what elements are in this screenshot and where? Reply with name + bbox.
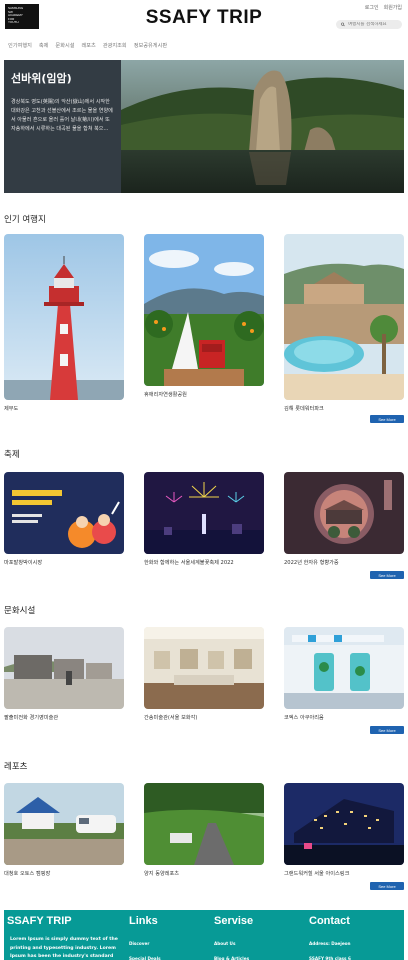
see-more-button-culture[interactable]: See More [370,726,404,734]
card-image [284,783,404,865]
nav-leisure[interactable]: 레포츠 [82,42,96,49]
hero-description: 경상북도 영도(英陽)의 악산(嶽山)에서 시작한 대화강은 고천과 선블산에서… [11,99,113,132]
card-caption: 2022년 한자유 형향가중 [284,560,339,566]
footer-about-text: Lorem Ipsum is simply dummy text of the … [10,937,118,960]
card-caption: 한화와 함께하는 서울세계불꽃축제 2022 [144,560,234,566]
card-lotte-waterpark[interactable]: 김해 롯데워터파크 [284,234,404,412]
site-footer: SSAFY TRIP Lorem Ipsum is simply dummy t… [4,910,404,960]
search-bar[interactable] [336,20,402,29]
card-caption: 코엑스 아쿠아리움 [284,715,324,721]
search-input[interactable] [348,22,402,27]
card-leisure-2[interactable]: 양지 동양레포츠 [144,783,264,877]
card-caption: 대청호 오토스 캠핑장 [4,871,51,877]
footer-links-column: Links Discover Special Deals [129,915,161,960]
card-culture-2[interactable]: 간송미술관(서울 보화각) [144,627,264,721]
card-image [4,234,124,400]
card-jebudo[interactable]: 제부도 [4,234,124,412]
card-leisure-3[interactable]: 그랜드워커힐 서울 아이스링크 [284,783,404,877]
auth-links: 로그인 회원가입 [360,4,402,11]
footer-link-about[interactable]: About Us [214,936,253,951]
section-title-festival: 축제 [4,450,20,460]
footer-contact-address: Address: Daejeon [309,941,351,946]
footer-links-title: Links [129,915,158,927]
card-image [144,234,264,386]
footer-service-column: Servise About Us Blog & Articles [214,915,253,960]
search-icon [341,22,345,27]
card-caption: 그랜드워커힐 서울 아이스링크 [284,871,350,877]
card-hueree[interactable]: 휴애리자연생활공원 [144,234,264,398]
login-link[interactable]: 로그인 [365,5,379,11]
card-caption: 간송미술관(서울 보화각) [144,715,198,721]
card-caption: 김해 롯데워터파크 [284,406,324,412]
nav-popular[interactable]: 인기여행지 [8,42,32,49]
main-nav: 인기여행지 축제 문화시설 레포츠 관광지조회 정보공유게시판 [8,42,167,49]
card-image [284,627,404,709]
card-caption: 제부도 [4,406,19,412]
card-image [144,783,264,865]
footer-contact-class: SSAFY 9th class 6 [309,956,351,960]
card-image [144,627,264,709]
nav-festival[interactable]: 축제 [39,42,49,49]
footer-service-title: Servise [214,915,254,927]
card-caption: 휴애리자연생활공원 [144,392,187,398]
card-festival-1[interactable]: 마포발창박이시장 [4,472,124,566]
see-more-button-popular[interactable]: See More [370,415,404,423]
card-caption: 양지 동양레포츠 [144,871,180,877]
card-image [284,234,404,400]
card-culture-3[interactable]: 코엑스 아쿠아리움 [284,627,404,721]
footer-contact-title: Contact [309,915,350,927]
card-leisure-1[interactable]: 대청호 오토스 캠핑장 [4,783,124,877]
section-title-popular: 인기 여행지 [4,215,46,225]
card-image [4,783,124,865]
hero-banner[interactable]: 선바위(임암) 경상북도 영도(英陽)의 악산(嶽山)에서 시작한 대화강은 고… [4,60,404,193]
card-image [284,472,404,554]
card-image [144,472,264,554]
card-culture-1[interactable]: 팔출미전화 경기영미술관 [4,627,124,721]
section-title-leisure: 레포츠 [4,762,28,772]
footer-contact-column: Contact Address: Daejeon SSAFY 9th class… [309,915,351,960]
hero-title: 선바위(임암) [11,72,72,85]
nav-culture[interactable]: 문화시설 [55,42,74,49]
card-image [4,472,124,554]
signup-link[interactable]: 회원가입 [384,5,402,11]
footer-brand: SSAFY TRIP [7,915,72,927]
card-festival-3[interactable]: 2022년 한자유 형향가중 [284,472,404,566]
see-more-button-festival[interactable]: See More [370,571,404,579]
card-festival-2[interactable]: 한화와 함께하는 서울세계불꽃축제 2022 [144,472,264,566]
card-image [4,627,124,709]
nav-board[interactable]: 정보공유게시판 [134,42,167,49]
hero-info-panel: 선바위(임암) 경상북도 영도(英陽)의 악산(嶽山)에서 시작한 대화강은 고… [4,60,121,193]
see-more-button-leisure[interactable]: See More [370,882,404,890]
footer-link-discover[interactable]: Discover [129,936,161,951]
nav-attraction-search[interactable]: 관광지조회 [103,42,127,49]
card-caption: 마포발창박이시장 [4,560,43,566]
footer-link-special-deals[interactable]: Special Deals [129,951,161,960]
section-title-culture: 문화시설 [4,606,36,616]
card-caption: 팔출미전화 경기영미술관 [4,715,59,721]
footer-link-blog[interactable]: Blog & Articles [214,951,253,960]
